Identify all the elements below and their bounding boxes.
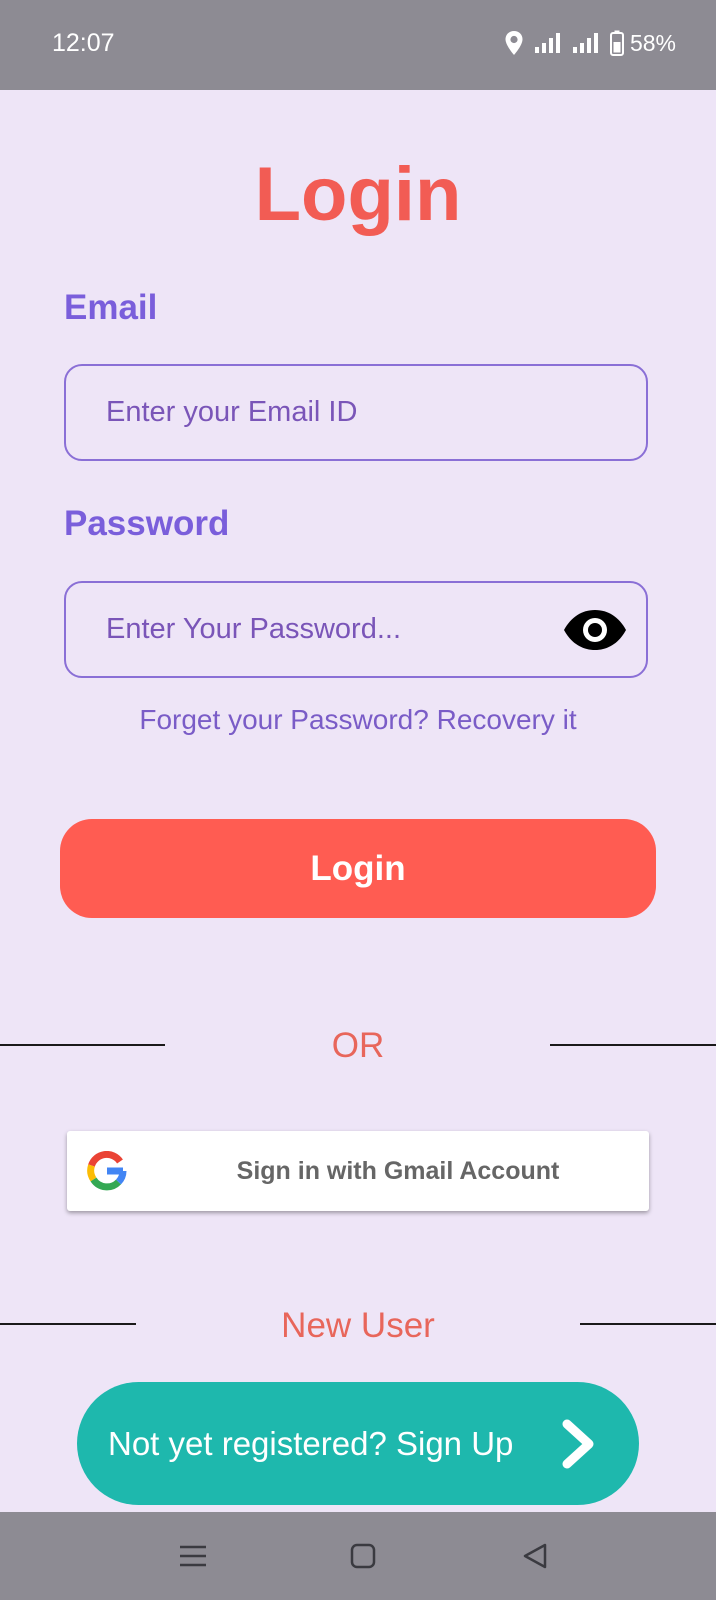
divider-line-right xyxy=(580,1323,716,1325)
eye-icon[interactable] xyxy=(562,608,628,652)
email-label: Email xyxy=(64,288,158,327)
signal-icon xyxy=(534,32,562,54)
menu-icon[interactable] xyxy=(172,1535,214,1577)
login-button[interactable]: Login xyxy=(60,819,656,918)
forgot-password-link[interactable]: Forget your Password? Recovery it xyxy=(0,702,716,738)
chevron-right-icon xyxy=(559,1419,599,1469)
battery-icon xyxy=(609,30,624,56)
password-label: Password xyxy=(64,504,230,543)
email-field[interactable]: Enter your Email ID xyxy=(64,364,648,461)
login-screen: Login Email Enter your Email ID Password… xyxy=(0,90,716,1512)
signal-icon xyxy=(572,32,600,54)
status-time: 12:07 xyxy=(52,29,115,57)
email-placeholder: Enter your Email ID xyxy=(106,396,358,428)
navigation-bar xyxy=(0,1512,716,1600)
back-icon[interactable] xyxy=(514,1535,556,1577)
battery-percent: 58% xyxy=(629,30,676,56)
sign-up-button[interactable]: Not yet registered? Sign Up xyxy=(77,1382,639,1505)
password-field[interactable]: Enter Your Password... xyxy=(64,581,648,678)
password-placeholder: Enter Your Password... xyxy=(106,613,401,645)
page-title: Login xyxy=(254,152,462,237)
sign-up-label: Not yet registered? Sign Up xyxy=(108,1425,514,1462)
google-icon xyxy=(87,1150,127,1191)
divider-line-right xyxy=(550,1044,716,1046)
new-user-text: New User xyxy=(281,1306,435,1345)
status-bar: 12:07 58% xyxy=(0,0,716,90)
or-divider-text: OR xyxy=(331,1026,385,1065)
location-icon xyxy=(504,30,524,56)
google-button-label: Sign in with Gmail Account xyxy=(236,1157,560,1185)
home-icon[interactable] xyxy=(342,1535,384,1577)
status-icons: 58% xyxy=(504,26,676,60)
google-sign-in-button[interactable]: Sign in with Gmail Account xyxy=(67,1131,649,1211)
